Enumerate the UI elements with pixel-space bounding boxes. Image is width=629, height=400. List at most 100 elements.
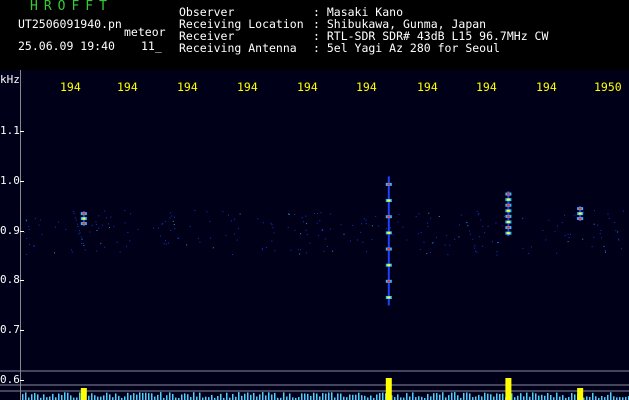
noise-speckle xyxy=(129,240,131,242)
noise-speckle xyxy=(427,222,429,224)
noise-speckle xyxy=(330,213,332,215)
noise-speckle xyxy=(472,238,474,240)
noise-speckle xyxy=(189,225,191,227)
level-noise-bar xyxy=(61,395,63,400)
noise-speckle xyxy=(436,236,437,238)
noise-speckle xyxy=(350,240,352,242)
noise-speckle xyxy=(444,244,446,246)
noise-speckle xyxy=(170,212,172,214)
meteor-echo-core xyxy=(387,264,391,267)
level-noise-bar xyxy=(439,394,441,400)
level-noise-bar xyxy=(166,395,168,400)
noise-speckle xyxy=(232,254,234,255)
noise-speckle xyxy=(371,238,373,240)
meteor-echo-core xyxy=(82,212,86,215)
noise-speckle xyxy=(41,234,43,236)
noise-speckle xyxy=(272,227,274,229)
noise-speckle xyxy=(39,219,41,221)
noise-speckle xyxy=(476,251,478,253)
level-noise-bar xyxy=(322,393,324,400)
noise-speckle xyxy=(528,252,530,254)
noise-speckle xyxy=(482,225,484,227)
level-noise-bar xyxy=(556,392,558,400)
noise-speckle xyxy=(108,223,110,225)
level-noise-bar xyxy=(304,393,306,400)
level-noise-bar xyxy=(307,393,309,400)
level-noise-bar xyxy=(151,393,153,400)
noise-speckle xyxy=(352,224,354,226)
level-noise-bar xyxy=(148,393,150,400)
level-noise-bar xyxy=(184,393,186,400)
noise-speckle xyxy=(300,249,302,250)
noise-speckle xyxy=(126,245,127,247)
noise-speckle xyxy=(124,222,126,224)
noise-speckle xyxy=(449,244,451,246)
noise-speckle xyxy=(605,251,606,253)
noise-speckle xyxy=(385,228,387,230)
level-peak-bar xyxy=(577,388,584,400)
noise-speckle xyxy=(593,236,595,238)
level-noise-bar xyxy=(103,395,105,400)
noise-speckle xyxy=(194,210,196,211)
level-noise-bar xyxy=(571,393,573,400)
level-noise-bar xyxy=(376,394,378,400)
noise-speckle xyxy=(108,227,110,228)
noise-speckle xyxy=(261,247,263,249)
meteor-echo-core xyxy=(387,231,391,234)
noise-speckle xyxy=(406,239,408,241)
level-noise-bar xyxy=(331,392,333,400)
noise-speckle xyxy=(362,241,364,243)
noise-speckle xyxy=(460,214,462,216)
noise-speckle xyxy=(564,234,566,236)
level-noise-bar xyxy=(430,396,432,400)
noise-speckle xyxy=(28,228,30,230)
level-noise-bar xyxy=(535,393,537,400)
level-noise-bar xyxy=(283,392,285,400)
meteor-echo-core xyxy=(506,193,510,196)
level-noise-bar xyxy=(451,392,453,400)
noise-speckle xyxy=(363,218,365,220)
noise-speckle xyxy=(564,214,566,216)
level-noise-bar xyxy=(286,396,288,400)
noise-speckle xyxy=(423,241,425,243)
hrofft-window: HROFFT UT2506091940.pn meteor 25.06.09 1… xyxy=(0,0,629,400)
noise-speckle xyxy=(458,236,460,238)
level-noise-bar xyxy=(469,393,471,400)
noise-speckle xyxy=(160,235,161,237)
level-noise-bar xyxy=(100,396,102,400)
level-noise-bar xyxy=(325,393,327,400)
level-peak-bar xyxy=(80,388,87,400)
level-noise-bar xyxy=(610,392,612,400)
meteor-echo-core xyxy=(506,220,510,223)
level-noise-bar xyxy=(244,393,246,400)
level-noise-bar xyxy=(436,393,438,400)
noise-speckle xyxy=(301,217,303,218)
level-noise-bar xyxy=(433,393,435,400)
noise-speckle xyxy=(81,238,83,240)
level-noise-bar xyxy=(124,396,126,400)
noise-speckle xyxy=(106,217,107,219)
noise-speckle xyxy=(124,210,126,212)
level-noise-bar xyxy=(478,394,480,400)
level-noise-bar xyxy=(289,393,291,400)
noise-speckle xyxy=(496,254,498,256)
noise-speckle xyxy=(178,237,179,239)
meteor-echo-core xyxy=(387,199,391,202)
noise-speckle xyxy=(316,222,318,224)
meteor-echo-core xyxy=(506,215,510,218)
noise-speckle xyxy=(137,228,139,230)
meteor-echo-core xyxy=(506,198,510,201)
noise-speckle xyxy=(522,247,524,249)
level-noise-bar xyxy=(115,393,117,400)
noise-speckle xyxy=(170,229,172,231)
noise-speckle xyxy=(480,219,482,221)
level-noise-bar xyxy=(142,392,144,400)
noise-speckle xyxy=(54,252,55,254)
noise-speckle xyxy=(433,241,434,243)
noise-speckle xyxy=(91,224,93,226)
noise-speckle xyxy=(567,233,569,235)
noise-speckle xyxy=(83,245,85,247)
noise-speckle xyxy=(360,223,362,225)
noise-speckle xyxy=(357,239,358,241)
noise-speckle xyxy=(199,241,201,243)
